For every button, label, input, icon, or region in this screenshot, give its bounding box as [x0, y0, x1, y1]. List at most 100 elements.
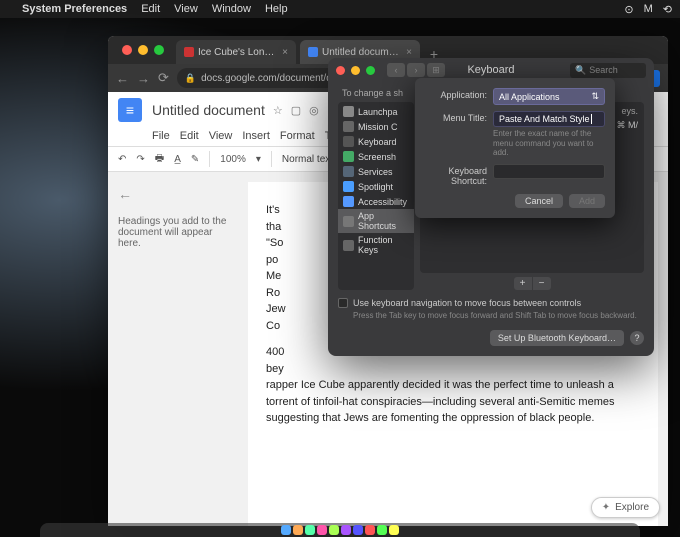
add-button[interactable]: Add: [569, 194, 605, 208]
dock-app-icon[interactable]: [305, 525, 315, 535]
dock-app-icon[interactable]: [353, 525, 363, 535]
back-button[interactable]: ←: [116, 71, 129, 86]
spellcheck-button[interactable]: A̲: [174, 154, 181, 165]
tab-label: Ice Cube's Long, Disturbing H: [198, 47, 278, 58]
dock-app-icon[interactable]: [281, 525, 291, 535]
menu-help[interactable]: Help: [265, 3, 288, 15]
services-icon: [343, 166, 354, 177]
paragraph-style-select[interactable]: Normal text: [282, 154, 333, 165]
docs-menu-insert[interactable]: Insert: [242, 130, 270, 142]
search-placeholder: Search: [589, 65, 618, 75]
dock-app-icon[interactable]: [293, 525, 303, 535]
window-controls: [114, 45, 172, 55]
outline-hint-text: Headings you add to the document will ap…: [118, 216, 238, 249]
dock-app-icon[interactable]: [341, 525, 351, 535]
document-title[interactable]: Untitled document: [152, 102, 265, 118]
lock-icon: 🔒: [185, 73, 196, 84]
screenshot-icon: [343, 151, 354, 162]
help-button[interactable]: ?: [630, 331, 644, 345]
grid-button[interactable]: ⊞: [427, 63, 445, 77]
outline-collapse-icon[interactable]: ←: [118, 186, 238, 202]
minimize-window-button[interactable]: [351, 66, 360, 75]
doc-status-icon[interactable]: ◎: [309, 104, 319, 117]
menu-title-hint: Enter the exact name of the menu command…: [493, 129, 605, 158]
menubar-app-name[interactable]: System Preferences: [22, 3, 127, 15]
close-window-button[interactable]: [336, 66, 345, 75]
sidebar-item-services[interactable]: Services: [338, 164, 414, 179]
browser-tab[interactable]: Ice Cube's Long, Disturbing H ×: [176, 40, 296, 64]
docs-menu-format[interactable]: Format: [280, 130, 315, 142]
redo-button[interactable]: ↷: [136, 154, 144, 165]
docs-menu-edit[interactable]: Edit: [180, 130, 199, 142]
sidebar-item-app-shortcuts[interactable]: App Shortcuts: [338, 209, 414, 233]
dock-app-icon[interactable]: [389, 525, 399, 535]
sidebar-item-function-keys[interactable]: Function Keys: [338, 233, 414, 257]
close-tab-icon[interactable]: ×: [282, 47, 288, 58]
menu-window[interactable]: Window: [212, 3, 251, 15]
explore-icon: ✦: [602, 502, 610, 513]
print-button[interactable]: 🖶: [155, 151, 164, 168]
menu-title-label: Menu Title:: [425, 111, 487, 123]
dock-app-icon[interactable]: [365, 525, 375, 535]
sidebar-item-spotlight[interactable]: Spotlight: [338, 179, 414, 194]
sidebar-item-keyboard[interactable]: Keyboard: [338, 134, 414, 149]
zoom-window-button[interactable]: [154, 45, 164, 55]
remove-shortcut-button[interactable]: −: [533, 277, 551, 290]
dock-app-icon[interactable]: [329, 525, 339, 535]
keyboard-icon: [343, 136, 354, 147]
dock: [40, 523, 640, 537]
explore-button[interactable]: ✦ Explore: [591, 497, 660, 518]
status-icon[interactable]: M: [644, 3, 653, 15]
add-shortcut-button[interactable]: +: [514, 277, 532, 290]
chevron-updown-icon: ⇅: [591, 91, 599, 102]
back-button[interactable]: ‹: [387, 63, 405, 77]
forward-button[interactable]: →: [137, 71, 150, 86]
application-select[interactable]: All Applications ⇅: [493, 88, 605, 105]
separator: [209, 151, 210, 167]
doc-move-icon[interactable]: ▢: [291, 104, 301, 117]
dock-app-icon[interactable]: [317, 525, 327, 535]
zoom-window-button[interactable]: [366, 66, 375, 75]
favicon: [184, 47, 194, 57]
sysprefs-nav: ‹ › ⊞: [387, 63, 445, 77]
dock-app-icon[interactable]: [377, 525, 387, 535]
minimize-window-button[interactable]: [138, 45, 148, 55]
menu-title-input[interactable]: Paste And Match Style: [493, 111, 605, 127]
tab-label: Untitled document - Google D: [322, 47, 402, 58]
sysprefs-footer: Use keyboard navigation to move focus be…: [338, 298, 644, 346]
status-icon[interactable]: ⟲: [663, 3, 672, 16]
docs-menu-file[interactable]: File: [152, 130, 170, 142]
cancel-button[interactable]: Cancel: [515, 194, 563, 208]
format-paint-button[interactable]: ✎: [191, 154, 199, 165]
keyboard-shortcut-input[interactable]: [493, 164, 605, 179]
shortcuts-category-list: Launchpa Mission C Keyboard Screensh Ser…: [338, 102, 414, 290]
outline-pane: ← Headings you add to the document will …: [108, 172, 248, 526]
zoom-select[interactable]: 100%: [220, 154, 246, 165]
close-tab-icon[interactable]: ×: [406, 47, 412, 58]
bluetooth-keyboard-button[interactable]: Set Up Bluetooth Keyboard…: [490, 330, 624, 346]
sidebar-item-launchpad[interactable]: Launchpa: [338, 104, 414, 119]
sidebar-item-accessibility[interactable]: Accessibility: [338, 194, 414, 209]
application-label: Application:: [425, 88, 487, 100]
close-window-button[interactable]: [122, 45, 132, 55]
chevron-down-icon: ▾: [256, 154, 261, 165]
forward-button[interactable]: ›: [407, 63, 425, 77]
menubar-status-area: ⊙ M ⟲: [624, 3, 672, 16]
mission-control-icon: [343, 121, 354, 132]
add-remove-buttons: + −: [420, 277, 644, 290]
sidebar-item-mission-control[interactable]: Mission C: [338, 119, 414, 134]
menu-view[interactable]: View: [174, 3, 198, 15]
favicon: [308, 47, 318, 57]
undo-button[interactable]: ↶: [118, 154, 126, 165]
app-shortcuts-icon: [343, 216, 354, 227]
reload-button[interactable]: ⟳: [158, 70, 169, 86]
menubar: System Preferences Edit View Window Help…: [0, 0, 680, 18]
search-input[interactable]: 🔍 Search: [570, 63, 646, 78]
docs-logo-icon[interactable]: ≡: [118, 98, 142, 122]
doc-star-icon[interactable]: ☆: [273, 104, 283, 117]
sidebar-item-screenshots[interactable]: Screensh: [338, 149, 414, 164]
status-icon[interactable]: ⊙: [624, 3, 633, 16]
menu-edit[interactable]: Edit: [141, 3, 160, 15]
keyboard-nav-checkbox[interactable]: [338, 298, 348, 308]
docs-menu-view[interactable]: View: [209, 130, 233, 142]
